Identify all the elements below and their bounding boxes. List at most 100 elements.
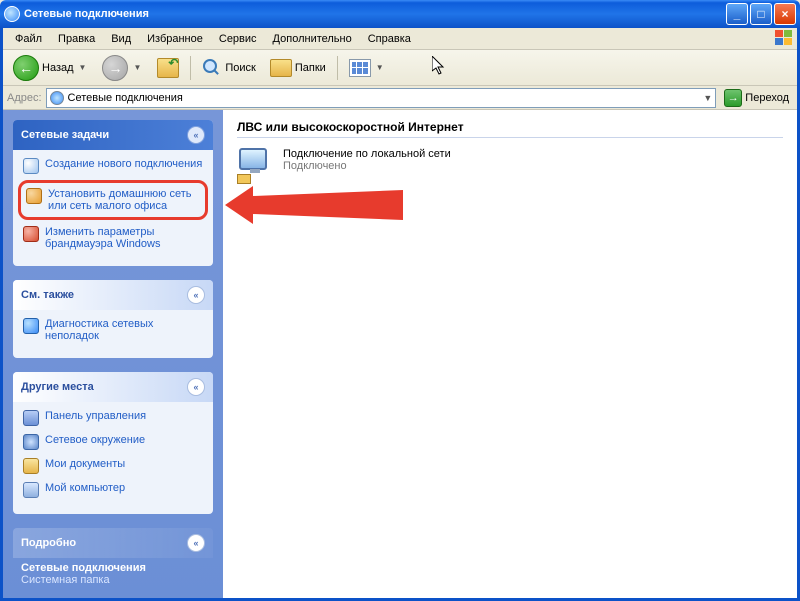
close-button[interactable]: × [774, 3, 796, 25]
go-icon: → [724, 89, 742, 107]
search-icon [202, 58, 222, 78]
chevron-up-icon[interactable]: « [187, 126, 205, 144]
task-firewall[interactable]: Изменить параметры брандмауэра Windows [23, 226, 203, 250]
panel-header-see-also[interactable]: См. также « [13, 280, 213, 310]
place-network[interactable]: Сетевое окружение [23, 434, 203, 450]
chevron-up-icon[interactable]: « [187, 534, 205, 552]
sidebar: Сетевые задачи « Создание нового подключ… [3, 110, 223, 598]
menu-extra[interactable]: Дополнительно [265, 31, 360, 47]
firewall-icon [23, 226, 39, 242]
my-computer-icon [23, 482, 39, 498]
place-my-computer-label: Мой компьютер [45, 482, 125, 498]
connection-name: Подключение по локальной сети [283, 148, 451, 160]
connection-status: Подключено [283, 160, 451, 172]
address-value: Сетевые подключения [68, 92, 183, 104]
window-title: Сетевые подключения [24, 8, 724, 20]
task-new-connection-label: Создание нового подключения [45, 158, 202, 174]
place-control-panel-label: Панель управления [45, 410, 146, 426]
window-icon [4, 6, 20, 22]
panel-details: Подробно « Сетевые подключения Системная… [13, 528, 213, 596]
panel-header-other-places[interactable]: Другие места « [13, 372, 213, 402]
control-panel-icon [23, 410, 39, 426]
menu-favorites[interactable]: Избранное [139, 31, 211, 47]
folder-up-icon [157, 58, 179, 78]
details-type: Системная папка [21, 574, 205, 586]
go-button[interactable]: → Переход [720, 87, 793, 109]
panel-title-tasks: Сетевые задачи [21, 129, 109, 141]
forward-dropdown-icon[interactable]: ▼ [131, 63, 143, 72]
search-button[interactable]: Поиск [196, 55, 261, 81]
views-icon [349, 59, 371, 77]
menu-view[interactable]: Вид [103, 31, 139, 47]
toolbar-separator-2 [337, 56, 338, 80]
task-diagnostics[interactable]: Диагностика сетевых неполадок [23, 318, 203, 342]
window-body: Файл Правка Вид Избранное Сервис Дополни… [0, 28, 800, 601]
panel-header-tasks[interactable]: Сетевые задачи « [13, 120, 213, 150]
home-network-icon [26, 188, 42, 204]
menu-help[interactable]: Справка [360, 31, 419, 47]
menu-tools[interactable]: Сервис [211, 31, 265, 47]
panel-body-see-also: Диагностика сетевых неполадок [13, 310, 213, 358]
back-button[interactable]: ← Назад ▼ [7, 52, 94, 84]
forward-button[interactable]: → ▼ [96, 52, 149, 84]
menu-file[interactable]: Файл [7, 31, 50, 47]
panel-body-tasks: Создание нового подключения Установить д… [13, 150, 213, 266]
address-dropdown-icon[interactable]: ▼ [703, 93, 712, 103]
toolbar: ← Назад ▼ → ▼ Поиск Папки ▼ [3, 50, 797, 86]
main-pane[interactable]: ЛВС или высокоскоростной Интернет Подклю… [223, 110, 797, 598]
connection-item-lan[interactable]: Подключение по локальной сети Подключено [237, 148, 783, 184]
back-label: Назад [42, 62, 74, 74]
my-documents-icon [23, 458, 39, 474]
task-home-network-label: Установить домашнюю сеть или сеть малого… [48, 188, 200, 212]
menu-bar: Файл Правка Вид Избранное Сервис Дополни… [3, 28, 797, 50]
place-documents-label: Мои документы [45, 458, 125, 474]
menu-edit[interactable]: Правка [50, 31, 103, 47]
panel-body-other-places: Панель управления Сетевое окружение Мои … [13, 402, 213, 514]
views-dropdown-icon[interactable]: ▼ [374, 63, 386, 72]
task-firewall-label: Изменить параметры брандмауэра Windows [45, 226, 203, 250]
lan-connection-icon [237, 148, 273, 184]
task-diagnostics-label: Диагностика сетевых неполадок [45, 318, 203, 342]
windows-flag-icon [775, 30, 793, 46]
address-label: Адрес: [7, 92, 42, 104]
panel-other-places: Другие места « Панель управления Сетевое… [13, 372, 213, 514]
panel-title-other-places: Другие места [21, 381, 94, 393]
up-button[interactable] [151, 55, 185, 81]
forward-icon: → [102, 55, 128, 81]
panel-title-see-also: См. также [21, 289, 74, 301]
panel-network-tasks: Сетевые задачи « Создание нового подключ… [13, 120, 213, 266]
address-icon [50, 91, 64, 105]
panel-title-details: Подробно [21, 537, 76, 549]
network-places-icon [23, 434, 39, 450]
details-name: Сетевые подключения [21, 562, 205, 574]
task-new-connection[interactable]: Создание нового подключения [23, 158, 203, 174]
folders-icon [270, 59, 292, 77]
place-control-panel[interactable]: Панель управления [23, 410, 203, 426]
chevron-up-icon[interactable]: « [187, 286, 205, 304]
details-info: Сетевые подключения Системная папка [13, 558, 213, 596]
new-connection-icon [23, 158, 39, 174]
panel-see-also: См. также « Диагностика сетевых неполадо… [13, 280, 213, 358]
minimize-button[interactable]: _ [726, 3, 748, 25]
place-my-computer[interactable]: Мой компьютер [23, 482, 203, 498]
content-area: Сетевые задачи « Создание нового подключ… [3, 110, 797, 598]
search-label: Поиск [225, 62, 255, 74]
back-dropdown-icon[interactable]: ▼ [77, 63, 89, 72]
title-bar: Сетевые подключения _ □ × [0, 0, 800, 28]
views-button[interactable]: ▼ [343, 56, 392, 80]
diagnostics-icon [23, 318, 39, 334]
back-icon: ← [13, 55, 39, 81]
place-network-label: Сетевое окружение [45, 434, 145, 450]
connection-text: Подключение по локальной сети Подключено [283, 148, 451, 172]
place-documents[interactable]: Мои документы [23, 458, 203, 474]
panel-header-details[interactable]: Подробно « [13, 528, 213, 558]
group-header-lan: ЛВС или высокоскоростной Интернет [237, 120, 783, 138]
folders-button[interactable]: Папки [264, 56, 332, 80]
chevron-up-icon[interactable]: « [187, 378, 205, 396]
folders-label: Папки [295, 62, 326, 74]
go-label: Переход [745, 92, 789, 104]
toolbar-separator [190, 56, 191, 80]
task-home-network[interactable]: Установить домашнюю сеть или сеть малого… [18, 180, 208, 220]
address-input[interactable]: Сетевые подключения ▼ [46, 88, 717, 108]
maximize-button[interactable]: □ [750, 3, 772, 25]
